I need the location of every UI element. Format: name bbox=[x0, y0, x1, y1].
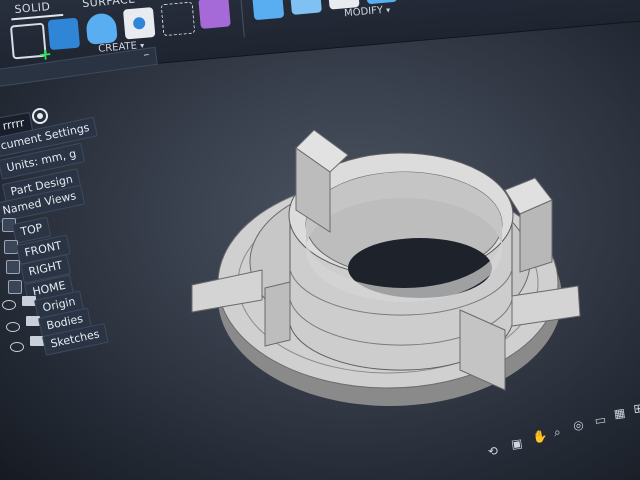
look-at-icon[interactable]: ▣ bbox=[510, 436, 523, 451]
pattern-icon[interactable] bbox=[160, 1, 196, 37]
viewports-icon[interactable]: ⊞ bbox=[632, 401, 640, 416]
tab-solid[interactable]: SOLID bbox=[14, 0, 51, 16]
hole-icon[interactable] bbox=[122, 7, 156, 40]
screen: SOLID SURFACE + CREATE ▾ MODIFY ▾ – rrrr… bbox=[0, 0, 640, 480]
press-pull-icon[interactable] bbox=[251, 0, 285, 21]
model-body[interactable] bbox=[191, 129, 581, 406]
fit-icon[interactable]: ◎ bbox=[572, 417, 584, 432]
visibility-eye-icon[interactable] bbox=[2, 300, 16, 310]
toolbar-separator bbox=[239, 0, 245, 38]
fillet-icon[interactable] bbox=[289, 0, 322, 15]
grid-icon[interactable]: ▦ bbox=[613, 405, 626, 420]
active-component-icon[interactable] bbox=[32, 108, 48, 124]
visibility-eye-icon[interactable] bbox=[6, 322, 20, 332]
display-settings-icon[interactable]: ▭ bbox=[594, 412, 607, 427]
visibility-eye-icon[interactable] bbox=[10, 342, 24, 352]
shell-icon[interactable] bbox=[364, 0, 398, 5]
box-icon[interactable] bbox=[47, 17, 81, 51]
zoom-icon[interactable]: ⌕ bbox=[553, 425, 562, 441]
form-icon[interactable] bbox=[198, 0, 231, 29]
create-sketch-icon[interactable]: + bbox=[9, 22, 53, 64]
view-icon bbox=[6, 260, 20, 274]
orbit-icon[interactable]: ⟲ bbox=[487, 444, 499, 459]
tab-front-left bbox=[264, 281, 291, 347]
collapse-icon[interactable]: – bbox=[142, 47, 150, 62]
pan-icon[interactable]: ✋ bbox=[531, 429, 548, 445]
view-icon bbox=[8, 280, 22, 294]
sweep-icon[interactable] bbox=[85, 12, 118, 45]
